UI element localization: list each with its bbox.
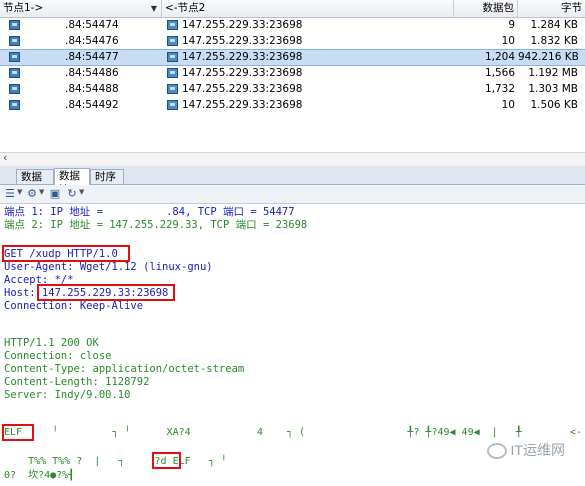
host-icon xyxy=(167,84,178,94)
packet-count: 1,732 xyxy=(484,83,515,95)
host-icon xyxy=(167,20,178,30)
host-icon xyxy=(9,84,20,94)
host-icon xyxy=(167,100,178,110)
connection-table: 节点1-> ▼ <-节点2 数据包 字节 .84:54474 147.255.22… xyxy=(0,0,585,153)
node1-address: .84:54474 xyxy=(65,19,119,31)
node1-address: .84:54488 xyxy=(65,83,119,95)
node2-address: 147.255.229.33:23698 xyxy=(182,67,303,79)
request-header: User-Agent: Wget/1.12 (linux-gnu) xyxy=(4,261,213,273)
chevron-down-icon[interactable]: ▼ xyxy=(79,188,84,196)
column-header-node1[interactable]: 节点1-> ▼ xyxy=(0,0,162,17)
scroll-left-arrow-icon[interactable]: ‹ xyxy=(3,151,7,164)
response-status-line: HTTP/1.1 200 OK xyxy=(4,337,99,349)
byte-count: 942.216 KB xyxy=(518,51,578,63)
host-icon xyxy=(167,36,178,46)
byte-count: 1.506 KB xyxy=(530,99,579,111)
host-icon xyxy=(167,68,178,78)
highlight-box-elf xyxy=(152,452,181,469)
chevron-down-icon[interactable]: ▼ xyxy=(39,188,44,196)
node2-address: 147.255.229.33:23698 xyxy=(182,83,303,95)
host-icon xyxy=(9,20,20,30)
packet-count: 9 xyxy=(508,19,515,31)
node2-address: 147.255.229.33:23698 xyxy=(182,51,303,63)
table-row[interactable]: .84:54474 147.255.229.33:23698 9 1.284 KB xyxy=(0,18,585,33)
tab-packets[interactable]: 数据包 xyxy=(16,169,54,197)
table-row[interactable]: .84:54486 147.255.229.33:23698 1,566 1.192 … xyxy=(0,66,585,81)
packet-count: 10 xyxy=(501,99,515,111)
column-header-packets[interactable]: 数据包 xyxy=(454,0,518,17)
binary-payload-line: 0? 坎?4●?%┨ xyxy=(4,470,75,481)
column-header-bytes[interactable]: 字节 xyxy=(518,0,585,17)
host-icon xyxy=(9,100,20,110)
endpoint2-info: 端点 2: IP 地址 = 147.255.229.33, TCP 端口 = 2… xyxy=(4,219,308,231)
stream-content: 端点 1: IP 地址 = .84, TCP 端口 = 54477 端点 2: … xyxy=(0,204,585,486)
refresh-icon[interactable]: ↻ xyxy=(66,188,78,200)
byte-count: 1.192 MB xyxy=(528,67,578,79)
wechat-logo-icon xyxy=(486,443,507,460)
table-row[interactable]: .84:54492 147.255.229.33:23698 10 1.506 KB xyxy=(0,98,585,113)
table-row[interactable]: .84:54477 147.255.229.33:23698 1,204 942.21… xyxy=(0,49,585,66)
horizontal-scrollbar[interactable]: ‹ xyxy=(0,151,585,167)
host-icon xyxy=(9,52,20,62)
highlight-box-elf xyxy=(2,424,34,441)
node2-address: 147.255.229.33:23698 xyxy=(182,19,303,31)
table-row[interactable]: .84:54488 147.255.229.33:23698 1,732 1.303 … xyxy=(0,82,585,97)
host-icon xyxy=(9,36,20,46)
watermark: IT运维网 xyxy=(486,440,565,460)
request-header: Connection: Keep-Alive xyxy=(4,300,144,312)
node1-address: .84:54492 xyxy=(65,99,119,111)
settings-icon[interactable]: ⚙ xyxy=(26,188,38,200)
node1-address: .84:54486 xyxy=(65,67,119,79)
chevron-down-icon[interactable]: ▼ xyxy=(17,188,22,196)
highlight-box-host xyxy=(37,284,175,301)
packet-count: 10 xyxy=(501,35,515,47)
packet-count: 1,566 xyxy=(484,67,515,79)
node1-address: .84:54477 xyxy=(65,51,119,63)
stream-toolbar: ☰ ▼ ⚙ ▼ ▣ ↻ ▼ xyxy=(0,185,585,204)
node2-address: 147.255.229.33:23698 xyxy=(182,35,303,47)
binary-payload-line: T%% T%% ? | ┐ ?d ELF ┐ ╵ xyxy=(4,456,227,467)
endpoint1-info: 端点 1: IP 地址 = .84, TCP 端口 = 54477 xyxy=(4,206,295,218)
host-icon xyxy=(167,52,178,62)
response-header: Content-Type: application/octet-stream xyxy=(4,363,245,375)
highlight-box-request-line xyxy=(2,245,130,262)
packet-count: 1,204 xyxy=(484,51,515,63)
byte-count: 1.303 MB xyxy=(528,83,578,95)
byte-count: 1.284 KB xyxy=(530,19,579,31)
list-view-icon[interactable]: ☰ xyxy=(4,188,16,200)
response-header: Connection: close xyxy=(4,350,112,362)
node1-address: .84:54476 xyxy=(65,35,119,47)
table-row[interactable]: .84:54476 147.255.229.33:23698 10 1.832 KB xyxy=(0,34,585,49)
save-icon[interactable]: ▣ xyxy=(49,188,61,200)
node2-address: 147.255.229.33:23698 xyxy=(182,99,303,111)
sort-descending-icon: ▼ xyxy=(150,4,157,13)
host-icon xyxy=(9,68,20,78)
response-header: Content-Length: 1128792 xyxy=(4,376,150,388)
tab-timing-chart[interactable]: 时序图 xyxy=(90,169,124,197)
byte-count: 1.832 KB xyxy=(530,35,579,47)
binary-payload-line: ELF ╵ ┐ ╵ XA?4 4 ┐ ( ╀? ╀?49◀ 49◀ | ╀ <-… xyxy=(4,427,585,438)
table-header: 节点1-> ▼ <-节点2 数据包 字节 xyxy=(0,0,585,18)
tab-data-stream[interactable]: 数据流 xyxy=(54,168,90,196)
column-header-node2[interactable]: <-节点2 xyxy=(162,0,454,17)
tab-bar: 数据包 数据流 时序图 xyxy=(0,166,585,197)
response-header: Server: Indy/9.00.10 xyxy=(4,389,131,401)
